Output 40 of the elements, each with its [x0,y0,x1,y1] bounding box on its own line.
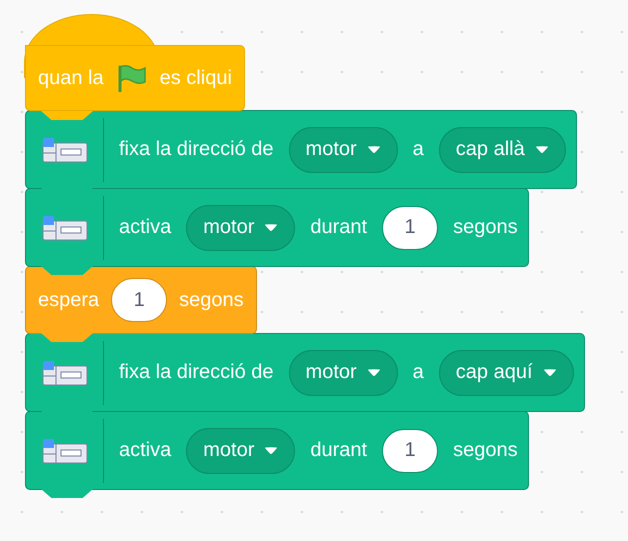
dropdown[interactable]: cap allà [438,126,566,172]
block-label: a [412,361,424,384]
caret-icon [264,446,278,455]
block-label: es cliqui [160,66,232,90]
event-block[interactable]: quan la es cliqui [25,45,245,111]
dropdown[interactable]: cap aquí [438,350,574,396]
block-label: fixa la direcció de [119,138,274,161]
caret-icon [264,223,278,232]
number-field[interactable]: 1 [111,278,168,322]
extension-block[interactable]: fixa la direcció de motor a cap allà [25,110,577,189]
dropdown[interactable]: motor [186,428,296,474]
block-label: espera [38,288,100,312]
block-label: activa [119,439,172,462]
block-label: fixa la direcció de [119,361,274,384]
dropdown[interactable]: motor [186,204,296,250]
caret-icon [542,368,557,377]
caret-icon [366,368,381,377]
block-label: segons [179,288,244,312]
extension-block[interactable]: fixa la direcció de motor a cap aquí [25,333,585,412]
flag-icon [116,64,148,92]
extension-block[interactable]: activa motor durant 1 segons [25,411,529,490]
caret-icon [366,145,381,154]
extension-block[interactable]: activa motor durant 1 segons [25,188,529,267]
block-label: durant [310,216,368,239]
device-icon [42,136,88,162]
control-block[interactable]: espera 1 segons [25,266,257,334]
block-label: segons [453,439,518,462]
block-label: activa [119,216,172,239]
number-field[interactable]: 1 [382,206,438,250]
dropdown[interactable]: motor [288,126,398,172]
number-field[interactable]: 1 [382,428,438,472]
block-label: durant [310,439,368,462]
caret-icon [534,145,549,154]
device-icon [42,360,88,386]
device-icon [42,214,88,240]
dropdown[interactable]: motor [288,350,398,396]
device-icon [42,438,88,464]
block-label: segons [453,216,518,239]
block-label: quan la [38,66,104,90]
block-label: a [412,138,424,161]
